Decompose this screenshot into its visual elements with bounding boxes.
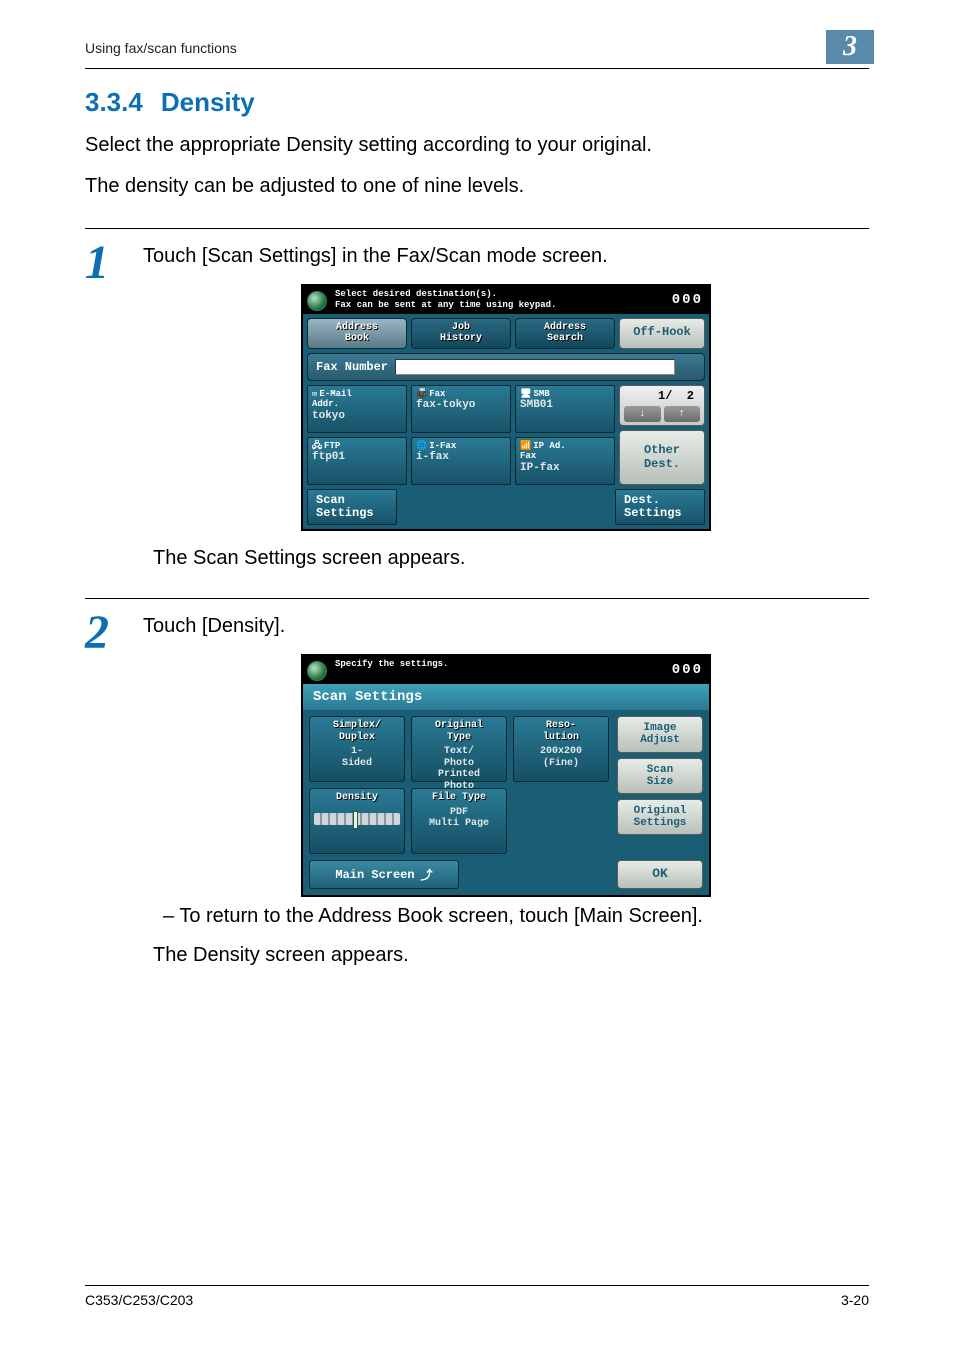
scan-settings-header: Scan Settings: [303, 684, 709, 710]
pager-up-button[interactable]: ↑: [664, 406, 701, 422]
image-adjust-button[interactable]: ImageAdjust: [617, 716, 703, 752]
dest-ftp-value: ftp01: [312, 451, 345, 463]
step-2-after: The Density screen appears.: [153, 944, 869, 967]
pager: 1/ 2 ↓ ↑: [619, 385, 705, 426]
original-settings-button[interactable]: OriginalSettings: [617, 799, 703, 835]
dest-fax[interactable]: 📠Fax fax-tokyo: [411, 385, 511, 433]
intro-paragraph-1: Select the appropriate Density setting a…: [85, 132, 869, 159]
dest-email[interactable]: ✉E-MailAddr. tokyo: [307, 385, 407, 433]
scan-settings-screen: Specify the settings. 000 Scan Settings …: [301, 654, 711, 897]
dest-ifax-label: I-Fax: [429, 441, 456, 451]
pager-sep: /: [665, 389, 672, 403]
dest-fax-label: Fax: [429, 389, 445, 399]
ftp-icon: 🖧: [312, 441, 322, 451]
footer-model: C353/C253/C203: [85, 1292, 193, 1308]
fax-scan-screen: Select desired destination(s). Fax can b…: [301, 284, 711, 531]
ok-button[interactable]: OK: [617, 860, 703, 889]
panel1-message-1: Select desired destination(s).: [335, 289, 664, 300]
return-up-icon: ⤴: [421, 866, 433, 883]
resolution-value: 200x200(Fine): [518, 746, 604, 769]
density-button[interactable]: Density: [309, 788, 405, 854]
dest-smb-label: SMB: [533, 389, 549, 399]
step-2-sub: – To return to the Address Book screen, …: [163, 905, 869, 928]
original-type-button[interactable]: OriginalType Text/PhotoPrintedPhoto: [411, 716, 507, 782]
off-hook-button[interactable]: Off-Hook: [619, 318, 705, 349]
step-2: 2 Touch [Density]. Specify the settings.…: [85, 598, 869, 967]
fax-number-row: Fax Number: [307, 353, 705, 381]
ifax-icon: 🌐: [416, 441, 427, 451]
resolution-button[interactable]: Reso-lution 200x200(Fine): [513, 716, 609, 782]
dest-smb[interactable]: 🖥SMB SMB01: [515, 385, 615, 433]
dest-smb-value: SMB01: [520, 399, 553, 411]
breadcrumb: Using fax/scan functions: [85, 40, 237, 56]
tab-address-search[interactable]: AddressSearch: [515, 318, 615, 349]
globe-icon: [307, 291, 327, 311]
ipfax-icon: 📶: [520, 441, 531, 451]
dest-email-value: tokyo: [312, 410, 345, 422]
empty-cell: [513, 788, 609, 854]
main-screen-button[interactable]: Main Screen ⤴: [309, 860, 459, 889]
section-number: 3.3.4: [85, 87, 143, 117]
step-1-number: 1: [85, 239, 125, 570]
email-icon: ✉: [312, 389, 317, 399]
dest-ipfax-value: IP-fax: [520, 462, 560, 474]
simplex-duplex-value: 1-Sided: [314, 746, 400, 769]
file-type-value: PDFMulti Page: [416, 807, 502, 830]
section-title: 3.3.4 Density: [85, 87, 869, 118]
dest-email-label: E-MailAddr.: [312, 389, 352, 409]
scan-settings-button[interactable]: ScanSettings: [307, 489, 397, 525]
step-2-number: 2: [85, 609, 125, 967]
density-label: Density: [314, 792, 400, 804]
file-type-label: File Type: [416, 792, 502, 804]
dest-ipfax[interactable]: 📶IP Ad.Fax IP-fax: [515, 437, 615, 485]
dest-ftp[interactable]: 🖧FTP ftp01: [307, 437, 407, 485]
original-type-label: OriginalType: [416, 720, 502, 743]
pager-down-button[interactable]: ↓: [624, 406, 661, 422]
panel1-counter: 000: [672, 292, 703, 308]
panel2-message-1: Specify the settings.: [335, 659, 664, 670]
chapter-number-badge: 3: [826, 30, 874, 64]
step-2-text: Touch [Density].: [143, 615, 869, 638]
step-1: 1 Touch [Scan Settings] in the Fax/Scan …: [85, 228, 869, 570]
fax-number-label: Fax Number: [316, 360, 388, 374]
dest-ifax[interactable]: 🌐I-Fax i-fax: [411, 437, 511, 485]
pager-total: 2: [687, 389, 694, 403]
dest-fax-value: fax-tokyo: [416, 399, 475, 411]
panel2-counter: 000: [672, 662, 703, 678]
density-level-indicator: [314, 813, 400, 825]
simplex-duplex-button[interactable]: Simplex/Duplex 1-Sided: [309, 716, 405, 782]
section-name: Density: [161, 87, 255, 117]
dest-ifax-value: i-fax: [416, 451, 449, 463]
dest-settings-button[interactable]: Dest.Settings: [615, 489, 705, 525]
tab-address-book[interactable]: AddressBook: [307, 318, 407, 349]
fax-number-input[interactable]: [395, 359, 675, 375]
other-dest-button[interactable]: OtherDest.: [619, 430, 705, 485]
panel1-message-2: Fax can be sent at any time using keypad…: [335, 300, 664, 311]
main-screen-label: Main Screen: [335, 868, 414, 882]
scan-size-button[interactable]: ScanSize: [617, 758, 703, 794]
globe-icon: [307, 661, 327, 681]
smb-icon: 🖥: [520, 389, 531, 399]
file-type-button[interactable]: File Type PDFMulti Page: [411, 788, 507, 854]
resolution-label: Reso-lution: [518, 720, 604, 743]
simplex-duplex-label: Simplex/Duplex: [314, 720, 400, 743]
tab-job-history[interactable]: JobHistory: [411, 318, 511, 349]
fax-icon: 📠: [416, 389, 427, 399]
step-1-text: Touch [Scan Settings] in the Fax/Scan mo…: [143, 245, 869, 268]
intro-paragraph-2: The density can be adjusted to one of ni…: [85, 173, 869, 200]
original-type-value: Text/PhotoPrintedPhoto: [416, 746, 502, 792]
footer-page: 3-20: [841, 1292, 869, 1308]
dest-ftp-label: FTP: [324, 441, 340, 451]
step-1-after: The Scan Settings screen appears.: [153, 547, 869, 570]
